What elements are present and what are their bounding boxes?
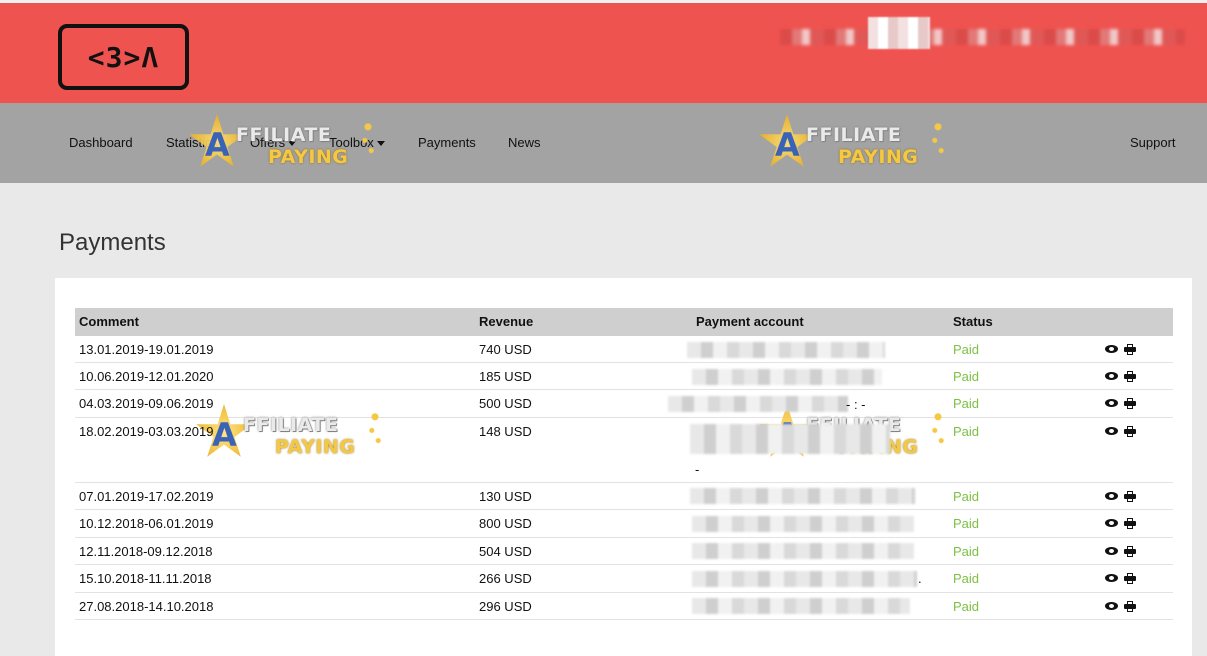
nav-item-offers[interactable]: Offers	[250, 135, 297, 150]
cell-revenue: 130 USD	[479, 489, 532, 504]
cell-comment: 13.01.2019-19.01.2019	[79, 342, 214, 357]
print-icon[interactable]	[1124, 518, 1136, 529]
view-eye-icon[interactable]	[1105, 547, 1118, 555]
print-icon[interactable]	[1124, 546, 1136, 557]
view-eye-icon[interactable]	[1105, 492, 1118, 500]
cell-comment: 10.12.2018-06.01.2019	[79, 516, 214, 531]
table-row	[75, 390, 1173, 418]
cell-revenue: 266 USD	[479, 571, 532, 586]
column-header-comment: Comment	[79, 314, 139, 329]
column-header-payment-account: Payment account	[696, 314, 804, 329]
redacted-account-info	[780, 29, 1185, 45]
print-icon[interactable]	[1124, 491, 1136, 502]
cell-revenue: 148 USD	[479, 424, 532, 439]
page-title: Payments	[59, 229, 166, 256]
view-eye-icon[interactable]	[1105, 345, 1118, 353]
redacted-payment-account	[690, 488, 915, 504]
redacted-payment-account	[692, 571, 917, 587]
redacted-payment-account	[668, 396, 848, 412]
view-eye-icon[interactable]	[1105, 602, 1118, 610]
cell-comment: 18.02.2019-03.03.2019	[79, 424, 214, 439]
main-nav: Dashboard Statistics Offers Toolbox Paym…	[0, 103, 1207, 183]
nav-item-dashboard[interactable]: Dashboard	[69, 135, 133, 150]
redacted-payment-account	[690, 424, 890, 454]
nav-item-toolbox-label: Toolbox	[329, 135, 374, 150]
cell-revenue: 800 USD	[479, 516, 532, 531]
cell-revenue: 296 USD	[479, 599, 532, 614]
table-row	[75, 363, 1173, 390]
table-row	[75, 538, 1173, 565]
caret-down-icon	[376, 141, 385, 147]
cell-status: Paid	[953, 571, 980, 586]
redacted-payment-account	[692, 598, 910, 614]
table-row	[75, 593, 1173, 620]
print-icon[interactable]	[1124, 344, 1136, 355]
view-eye-icon[interactable]	[1105, 427, 1118, 435]
cell-revenue: 500 USD	[479, 396, 532, 411]
print-icon[interactable]	[1124, 371, 1136, 382]
redacted-avatar	[868, 17, 930, 49]
cell-status: Paid	[953, 599, 980, 614]
cell-revenue: 504 USD	[479, 544, 532, 559]
cell-comment: 04.03.2019-09.06.2019	[79, 396, 214, 411]
print-icon[interactable]	[1124, 426, 1136, 437]
redacted-payment-account	[687, 342, 885, 358]
cell-revenue: 740 USD	[479, 342, 532, 357]
redacted-payment-account	[692, 543, 914, 559]
column-header-revenue: Revenue	[479, 314, 534, 329]
view-eye-icon[interactable]	[1105, 519, 1118, 527]
print-icon[interactable]	[1124, 398, 1136, 409]
cell-revenue: 185 USD	[479, 369, 532, 384]
cell-comment: 07.01.2019-17.02.2019	[79, 489, 214, 504]
top-header: <3>Λ	[0, 0, 1207, 103]
caret-down-icon	[288, 141, 297, 147]
table-row	[75, 565, 1173, 593]
view-eye-icon[interactable]	[1105, 399, 1118, 407]
cell-comment: 12.11.2018-09.12.2018	[79, 544, 213, 559]
cell-comment: 10.06.2019-12.01.2020	[79, 369, 214, 384]
table-row	[75, 336, 1173, 363]
nav-item-offers-label: Offers	[250, 135, 286, 150]
cell-payment-account-text: -	[695, 462, 700, 477]
cell-status: Paid	[953, 369, 980, 384]
print-icon[interactable]	[1124, 601, 1136, 612]
nav-item-payments[interactable]: Payments	[418, 135, 476, 150]
column-header-status: Status	[953, 314, 993, 329]
table-row	[75, 483, 1173, 510]
cell-payment-account-text: - : -	[846, 397, 866, 412]
nav-item-toolbox[interactable]: Toolbox	[329, 135, 385, 150]
redacted-payment-account	[692, 369, 882, 385]
cell-status: Paid	[953, 424, 980, 439]
cell-comment: 27.08.2018-14.10.2018	[79, 599, 214, 614]
redacted-payment-account	[692, 516, 914, 532]
table-header	[75, 308, 1173, 336]
nav-item-statistics[interactable]: Statistics	[166, 135, 218, 150]
cell-status: Paid	[953, 396, 980, 411]
view-eye-icon[interactable]	[1105, 372, 1118, 380]
table-row	[75, 418, 1173, 483]
logo[interactable]: <3>Λ	[58, 24, 189, 90]
nav-item-news[interactable]: News	[508, 135, 541, 150]
cell-comment: 15.10.2018-11.11.2018	[79, 571, 212, 586]
table-row	[75, 510, 1173, 538]
cell-status: Paid	[953, 516, 980, 531]
nav-item-support[interactable]: Support	[1130, 135, 1176, 150]
cell-status: Paid	[953, 342, 980, 357]
print-icon[interactable]	[1124, 573, 1136, 584]
cell-status: Paid	[953, 489, 980, 504]
view-eye-icon[interactable]	[1105, 574, 1118, 582]
cell-status: Paid	[953, 544, 980, 559]
cell-payment-account-text: .	[918, 571, 922, 586]
